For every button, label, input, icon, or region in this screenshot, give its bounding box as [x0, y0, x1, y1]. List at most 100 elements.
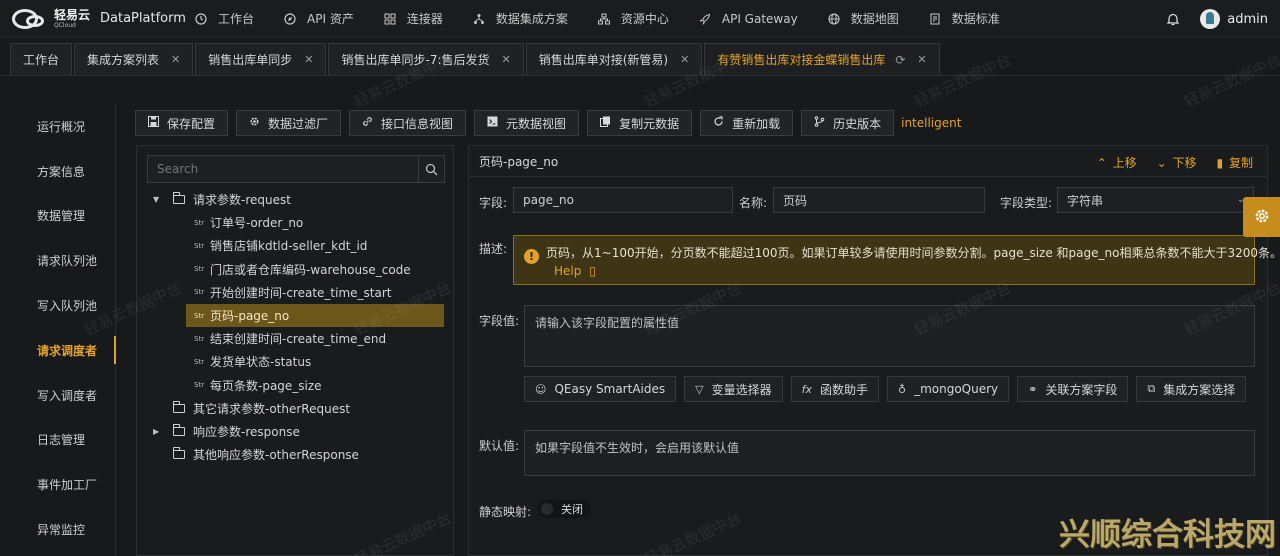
field-type-select[interactable]: 字符串 ⌄	[1057, 187, 1254, 213]
function-icon: fx	[801, 382, 812, 396]
nav-integration-solutions[interactable]: 数据集成方案	[473, 10, 568, 27]
sidebar-item-exception-monitor[interactable]: 异常监控	[0, 507, 115, 552]
document-icon: ▯	[589, 264, 596, 278]
sidebar-item-log-management[interactable]: 日志管理	[0, 418, 115, 463]
folder-icon	[173, 192, 185, 205]
chevron-up-icon: ⌃	[1096, 156, 1107, 170]
sidebar-item-data-management[interactable]: 数据管理	[0, 194, 115, 239]
string-type-icon: Str	[194, 357, 205, 366]
copy-field-button[interactable]: ▮ 复制	[1207, 154, 1253, 171]
corner-watermark: 兴顺综合科技网	[1059, 517, 1276, 553]
brand-logo[interactable]: 轻易云 QCloud DataPlatform	[0, 6, 186, 32]
tab-youzan-to-kingdee[interactable]: 有赞销售出库对接金蝶销售出库 ⟳ ✕	[704, 43, 940, 75]
tree-node-warehouse-code[interactable]: Str 门店或者仓库编码-warehouse_code	[137, 258, 453, 281]
metadata-view-button[interactable]: 元数据视图	[474, 110, 580, 136]
history-versions-button[interactable]: 历史版本	[801, 110, 895, 136]
folder-icon	[173, 447, 185, 460]
copy-metadata-button[interactable]: 复制元数据	[587, 110, 693, 136]
blocks-icon: ⧉	[1147, 382, 1156, 395]
move-up-button[interactable]: ⌃ 上移	[1087, 154, 1137, 171]
tree-node-create-time-start[interactable]: Str 开始创建时间-create_time_start	[137, 281, 453, 304]
tree-node-other-request[interactable]: 其它请求参数-otherRequest	[137, 397, 453, 420]
compass-icon	[284, 12, 296, 25]
terminal-icon	[487, 116, 498, 130]
smartaides-button[interactable]: ☺ QEasy SmartAides	[524, 376, 677, 402]
default-value-textarea[interactable]: 如果字段值不生效时，会启用该默认值	[524, 430, 1255, 476]
static-mapping-label: 静态映射:	[479, 505, 532, 519]
copy-icon: ▮	[1216, 156, 1224, 170]
user-name[interactable]: admin	[1227, 12, 1268, 27]
grid-icon	[384, 13, 396, 25]
field-actions: ⌃ 上移 ⌄ 下移 ▮ 复制	[1077, 154, 1253, 171]
data-filter-button[interactable]: 数据过滤厂	[236, 110, 342, 136]
tree-icon	[597, 13, 610, 25]
tree-node-order-no[interactable]: Str 订单号-order_no	[137, 211, 453, 234]
save-config-button[interactable]: 保存配置	[135, 110, 229, 136]
sidebar-item-request-scheduler[interactable]: 请求调度者	[0, 328, 116, 373]
nav-workbench[interactable]: 工作台	[195, 10, 254, 27]
api-info-view-button[interactable]: 接口信息视图	[349, 110, 467, 136]
tab-sales-outbound-sync[interactable]: 销售出库单同步 ✕	[195, 43, 327, 75]
solution-sidebar: 运行概况 方案信息 数据管理 请求队列池 写入队列池 请求调度者 写入调度者 日…	[0, 104, 116, 556]
nav-connectors[interactable]: 连接器	[384, 10, 443, 27]
sidebar-item-overview[interactable]: 运行概况	[0, 104, 115, 149]
tree-node-other-response[interactable]: 其他响应参数-otherResponse	[137, 443, 453, 466]
info-icon: !	[524, 249, 539, 264]
variable-selector-button[interactable]: ▽ 变量选择器	[684, 376, 783, 402]
gear-icon	[249, 116, 260, 130]
nav-data-map[interactable]: 数据地图	[828, 10, 899, 27]
sidebar-item-event-factory[interactable]: 事件加工厂	[0, 462, 115, 507]
close-icon[interactable]: ✕	[917, 53, 926, 66]
chevron-down-icon: ⌄	[1156, 156, 1167, 170]
tree-node-page-no[interactable]: Str 页码-page_no	[186, 303, 444, 328]
reload-button[interactable]: 重新加载	[700, 110, 794, 136]
help-link[interactable]: Help ▯	[554, 264, 596, 278]
static-mapping-toggle[interactable]: 关闭	[537, 500, 591, 518]
tree-node-create-time-end[interactable]: Str 结束创建时间-create_time_end	[137, 327, 453, 350]
field-input[interactable]: page_no	[513, 187, 733, 213]
field-value-textarea[interactable]: 请输入该字段配置的属性值	[524, 305, 1255, 367]
nav-api-gateway[interactable]: API Gateway	[699, 12, 798, 26]
tree-node-page-size[interactable]: Str 每页条数-page_size	[137, 374, 453, 397]
tab-sales-outbound-sync-7[interactable]: 销售出库单同步-7:售后发货 ✕	[328, 43, 524, 75]
nav-resource-center[interactable]: 资源中心	[597, 10, 669, 27]
field-tree-panel: ▼ 请求参数-request Str 订单号-order_no Str 销售店铺…	[136, 145, 454, 556]
sidebar-item-solution-info[interactable]: 方案信息	[0, 149, 115, 194]
sidebar-item-request-queue[interactable]: 请求队列池	[0, 238, 115, 283]
related-solution-field-button[interactable]: ⚭ 关联方案字段	[1017, 376, 1129, 402]
nav-data-standards[interactable]: 数据标准	[929, 10, 1000, 27]
name-input[interactable]: 页码	[773, 187, 985, 213]
solution-select-button[interactable]: ⧉ 集成方案选择	[1136, 376, 1247, 402]
tab-workbench[interactable]: 工作台	[10, 43, 73, 75]
qcloud-logo-icon	[10, 6, 50, 32]
bell-icon[interactable]	[1166, 12, 1180, 26]
tree-search-input[interactable]	[148, 156, 418, 182]
function-helper-button[interactable]: fx 函数助手	[790, 376, 880, 402]
settings-float-button[interactable]	[1243, 197, 1280, 237]
mongo-query-button[interactable]: ♁ _mongoQuery	[887, 376, 1010, 402]
link-icon	[362, 116, 373, 130]
tree-node-seller-kdt-id[interactable]: Str 销售店铺kdtld-seller_kdt_id	[137, 234, 453, 257]
nav-api-assets[interactable]: API 资产	[284, 10, 354, 27]
tree-node-status[interactable]: Str 发货单状态-status	[137, 350, 453, 373]
avatar[interactable]	[1200, 9, 1221, 29]
caret-right-icon[interactable]: ▶	[153, 427, 163, 436]
sidebar-item-write-queue[interactable]: 写入队列池	[0, 283, 115, 328]
caret-down-icon[interactable]: ▼	[153, 195, 163, 204]
close-icon[interactable]: ✕	[502, 53, 511, 66]
tree-node-response[interactable]: ▶ 响应参数-response	[137, 420, 453, 443]
intelligent-tag[interactable]: intelligent	[901, 116, 961, 130]
search-icon[interactable]	[418, 156, 444, 182]
sidebar-item-write-scheduler[interactable]: 写入调度者	[0, 373, 115, 418]
move-down-button[interactable]: ⌄ 下移	[1147, 154, 1197, 171]
string-type-icon: Str	[194, 265, 205, 274]
tab-sales-outbound-new-guanyi[interactable]: 销售出库单对接(新管易) ✕	[525, 43, 703, 75]
save-icon	[148, 116, 159, 130]
close-icon[interactable]: ✕	[171, 53, 180, 66]
refresh-icon	[713, 116, 724, 130]
tab-solution-list[interactable]: 集成方案列表 ✕	[74, 43, 194, 75]
close-icon[interactable]: ✕	[304, 53, 313, 66]
tree-node-request[interactable]: ▼ 请求参数-request	[137, 188, 453, 211]
close-icon[interactable]: ✕	[680, 53, 689, 66]
reload-icon[interactable]: ⟳	[895, 53, 905, 67]
